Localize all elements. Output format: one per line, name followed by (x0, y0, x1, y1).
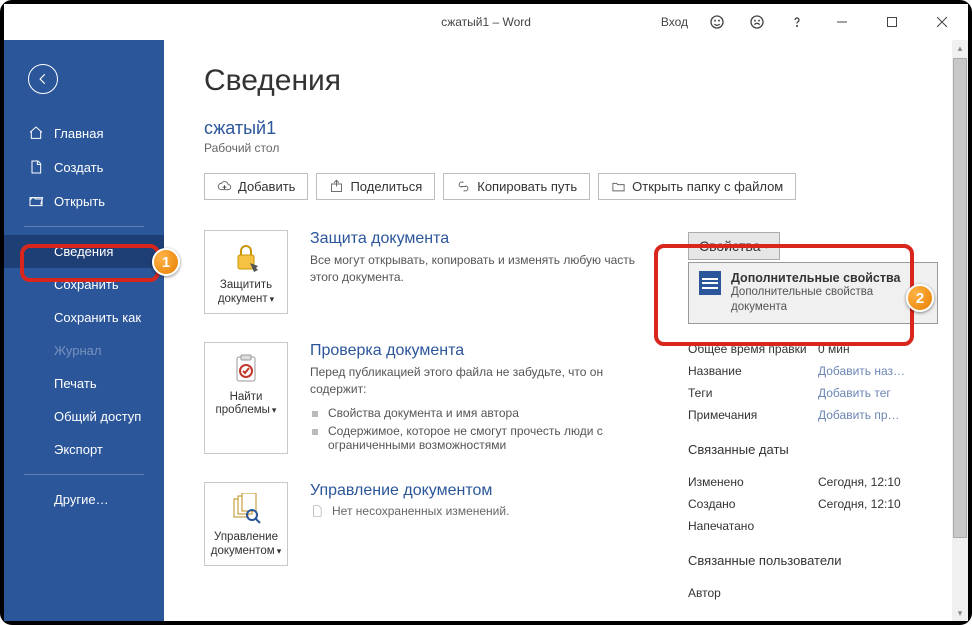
scroll-thumb[interactable] (953, 58, 967, 538)
open-folder-button[interactable]: Открыть папку с файлом (598, 173, 796, 200)
prop-label: Напечатано (688, 519, 818, 533)
document-search-icon (230, 493, 262, 525)
backstage-sidebar: Главная Создать Открыть Сведения Сохрани… (4, 40, 164, 621)
smile-icon[interactable] (700, 7, 734, 37)
btn-label: Свойства (699, 238, 760, 254)
sidebar-label: Общий доступ (54, 409, 141, 424)
sidebar-item-print[interactable]: Печать (4, 367, 164, 400)
btn-label: Открыть папку с файлом (632, 179, 783, 194)
document-title: сжатый1 (204, 118, 938, 139)
minimize-button[interactable] (820, 7, 864, 37)
prop-label: Теги (688, 386, 818, 400)
sidebar-item-more[interactable]: Другие… (4, 483, 164, 516)
clipboard-check-icon (230, 353, 262, 385)
close-button[interactable] (920, 7, 964, 37)
lock-icon (230, 241, 262, 273)
sidebar-label: Журнал (54, 343, 101, 358)
sidebar-label: Создать (54, 160, 103, 175)
maximize-button[interactable] (870, 7, 914, 37)
dropdown-title: Дополнительные свойства (731, 271, 927, 285)
chevron-down-icon: ▾ (272, 405, 277, 416)
page-title: Сведения (204, 64, 938, 98)
login-link[interactable]: Вход (661, 15, 688, 29)
btn-label: Поделиться (350, 179, 422, 194)
sidebar-item-home[interactable]: Главная (4, 116, 164, 150)
btn-label: Копировать путь (477, 179, 577, 194)
share-button[interactable]: Поделиться (316, 173, 435, 200)
document-icon (310, 504, 324, 518)
manage-document-button[interactable]: Управление документом▾ (204, 482, 288, 566)
add-button[interactable]: Добавить (204, 173, 308, 200)
section-title: Проверка документа (310, 342, 648, 360)
scroll-up-icon[interactable]: ▴ (952, 40, 968, 56)
sidebar-item-share[interactable]: Общий доступ (4, 400, 164, 433)
users-header: Связанные пользователи (688, 553, 938, 568)
prop-value[interactable]: Добавить тег (818, 386, 891, 400)
dates-header: Связанные даты (688, 442, 938, 457)
sidebar-item-history: Журнал (4, 334, 164, 367)
check-issues-button[interactable]: Найти проблемы▾ (204, 342, 288, 455)
btn-label: Защитить документ (218, 279, 272, 305)
prop-label: Изменено (688, 475, 818, 489)
prop-label: Автор (688, 586, 818, 600)
dropdown-subtitle: Дополнительные свойства документа (731, 285, 927, 315)
main-content: Сведения сжатый1 Рабочий стол Добавить П… (164, 40, 968, 621)
list-item: Свойства документа и имя автора (310, 404, 648, 422)
sidebar-item-info[interactable]: Сведения (4, 235, 164, 268)
chevron-down-icon: ▾ (277, 546, 282, 557)
titlebar: сжатый1 – Word Вход (4, 4, 968, 40)
advanced-properties-item[interactable]: Дополнительные свойства Дополнительные с… (688, 262, 938, 324)
section-desc: Все могут открывать, копировать и изменя… (310, 252, 648, 287)
prop-label: Создано (688, 497, 818, 511)
prop-value[interactable]: Добавить пр… (818, 408, 900, 422)
prop-value: 0 мин (818, 342, 850, 356)
sidebar-item-export[interactable]: Экспорт (4, 433, 164, 466)
list-item: Содержимое, которое не смогут прочесть л… (310, 422, 648, 454)
sidebar-label: Сохранить (54, 277, 119, 292)
prop-label: Примечания (688, 408, 818, 422)
btn-label: Добавить (238, 179, 295, 194)
section-desc: Перед публикацией этого файла не забудьт… (310, 364, 648, 399)
properties-dropdown-button[interactable]: Свойства ▾ (688, 232, 780, 260)
sidebar-item-saveas[interactable]: Сохранить как (4, 301, 164, 334)
prop-label: Общее время правки (688, 342, 818, 356)
divider (24, 474, 144, 475)
btn-label: Управление документом (211, 531, 278, 557)
sidebar-label: Печать (54, 376, 97, 391)
sidebar-item-save[interactable]: Сохранить (4, 268, 164, 301)
section-title: Защита документа (310, 230, 648, 248)
divider (24, 226, 144, 227)
chevron-down-icon: ▾ (764, 241, 769, 252)
scrollbar[interactable]: ▴ ▾ (952, 40, 968, 621)
window-title: сжатый1 – Word (441, 15, 531, 29)
file-toolbar: Добавить Поделиться Копировать путь Откр… (204, 173, 938, 200)
sidebar-item-new[interactable]: Создать (4, 150, 164, 184)
help-icon[interactable] (780, 7, 814, 37)
sidebar-label: Сохранить как (54, 310, 141, 325)
document-location: Рабочий стол (204, 141, 938, 155)
back-button[interactable] (28, 64, 58, 94)
prop-value: Сегодня, 12:10 (818, 497, 901, 511)
sidebar-label: Экспорт (54, 442, 103, 457)
scroll-down-icon[interactable]: ▾ (952, 605, 968, 621)
prop-value: Сегодня, 12:10 (818, 475, 901, 489)
no-edits-text: Нет несохраненных изменений. (332, 504, 509, 518)
protect-document-button[interactable]: Защитить документ▾ (204, 230, 288, 314)
properties-icon (699, 271, 721, 295)
copy-path-button[interactable]: Копировать путь (443, 173, 590, 200)
prop-value[interactable]: Добавить наз… (818, 364, 905, 378)
sidebar-label: Открыть (54, 194, 105, 209)
annotation-badge-2: 2 (906, 284, 934, 312)
btn-label: Найти проблемы (216, 391, 270, 417)
sidebar-label: Главная (54, 126, 103, 141)
sidebar-label: Сведения (54, 244, 113, 259)
section-title: Управление документом (310, 482, 509, 500)
annotation-badge-1: 1 (152, 248, 180, 276)
sidebar-label: Другие… (54, 492, 109, 507)
prop-label: Название (688, 364, 818, 378)
sad-icon[interactable] (740, 7, 774, 37)
sidebar-item-open[interactable]: Открыть (4, 184, 164, 218)
chevron-down-icon: ▾ (270, 294, 275, 305)
